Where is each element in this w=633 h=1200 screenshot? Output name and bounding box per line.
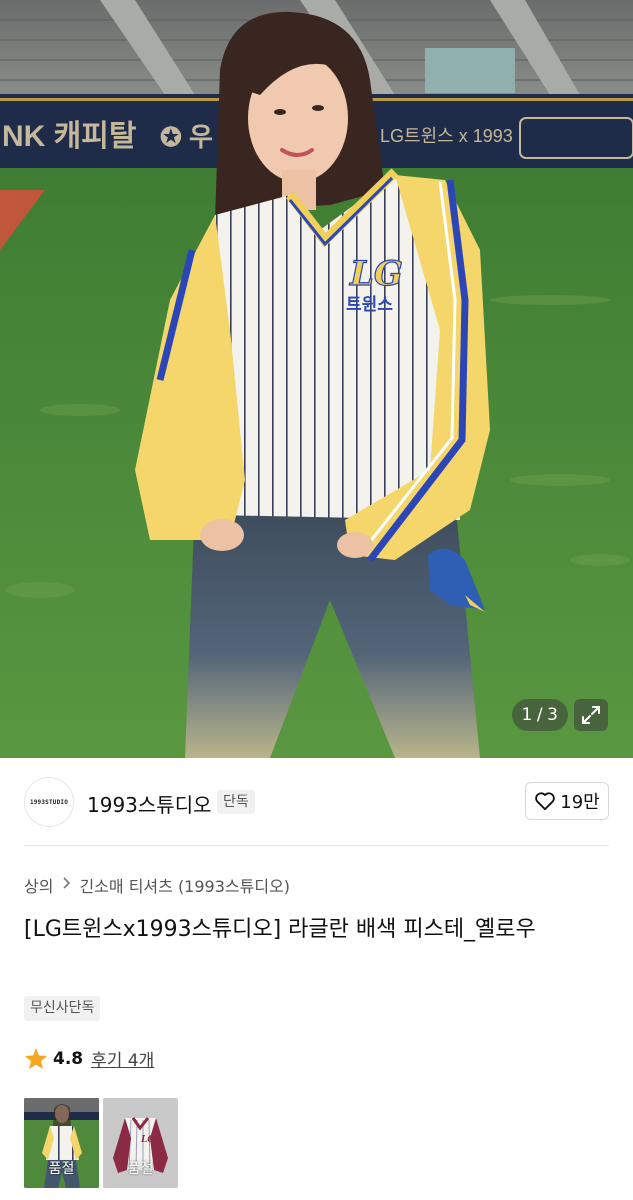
expand-button[interactable]: [574, 699, 608, 731]
color-option-red[interactable]: LG 품절: [103, 1098, 178, 1188]
exclusive-badge: 단독: [217, 790, 255, 814]
image-counter-total: 3: [547, 705, 559, 725]
product-image-carousel[interactable]: NK 캐피탈 ✪ 우 LG트윈스 x 1993 LG 트윈스 1 / 3: [0, 0, 633, 758]
image-counter-current: 1: [521, 705, 533, 725]
like-count: 19만: [560, 792, 600, 813]
svg-text:트윈스: 트윈스: [346, 295, 393, 314]
svg-text:LG트윈스 x 1993: LG트윈스 x 1993: [380, 126, 513, 146]
brand-logo[interactable]: 1993STUDIO: [24, 777, 74, 827]
expand-icon: [582, 706, 600, 724]
svg-text:LG: LG: [349, 254, 403, 294]
color-options: 품절 LG 품절: [24, 1098, 178, 1188]
rating-score: 4.8: [53, 1048, 84, 1069]
svg-text:✪ 우: ✪ 우: [160, 122, 213, 152]
divider: [24, 845, 609, 846]
svg-text:LG: LG: [140, 1135, 155, 1145]
brand-row: 1993STUDIO 1993스튜디오 단독 19만: [0, 758, 633, 846]
breadcrumb: 상의 긴소매 티셔츠 (1993스튜디오): [24, 873, 290, 897]
product-title: [LG트윈스x1993스튜디오] 라글란 배색 피스테_옐로우: [24, 917, 536, 942]
product-photo: NK 캐피탈 ✪ 우 LG트윈스 x 1993 LG 트윈스: [0, 0, 633, 758]
star-icon: [25, 1048, 47, 1069]
breadcrumb-item-category[interactable]: 상의: [24, 873, 53, 897]
image-counter: 1 / 3: [512, 699, 568, 731]
image-counter-separator: /: [536, 705, 544, 725]
brand-name-link[interactable]: 1993스튜디오: [87, 789, 212, 818]
svg-text:NK 캐피탈: NK 캐피탈: [2, 120, 137, 153]
chevron-right-icon: [61, 877, 71, 893]
heart-icon: [535, 792, 556, 811]
rating: 4.8 후기 4개: [24, 1046, 154, 1071]
brand-logo-text: 1993STUDIO: [29, 798, 69, 806]
reviews-link[interactable]: 후기 4개: [91, 1046, 154, 1071]
exclusive-tag: 무신사단독: [24, 996, 101, 1021]
like-button[interactable]: 19만: [525, 782, 609, 820]
color-option-yellow[interactable]: 품절: [24, 1098, 99, 1188]
sold-out-label: 품절: [48, 1161, 75, 1177]
sold-out-label: 품절: [127, 1161, 154, 1177]
breadcrumb-item-subcategory[interactable]: 긴소매 티셔츠 (1993스튜디오): [79, 873, 290, 897]
